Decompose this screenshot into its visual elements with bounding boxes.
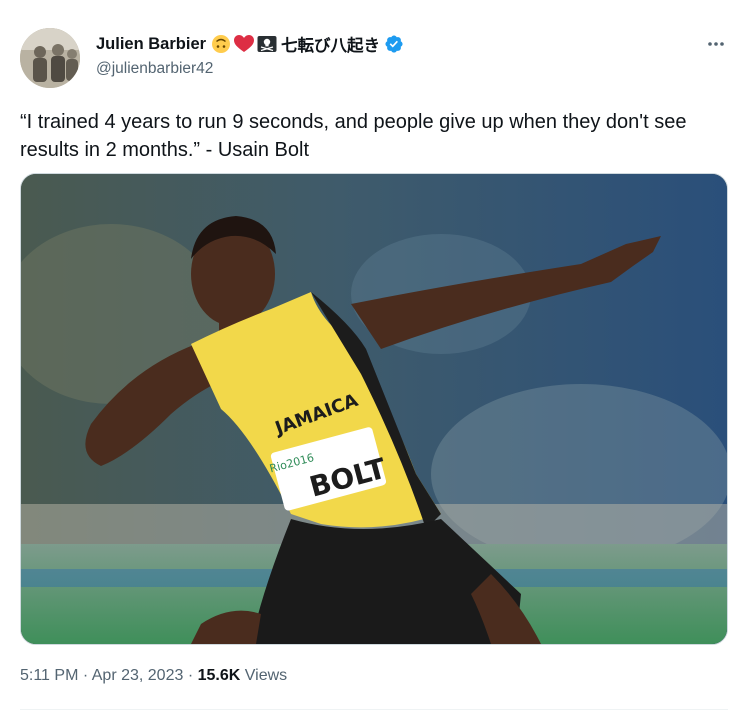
avatar-image: [20, 28, 80, 88]
verified-badge-icon[interactable]: [384, 34, 404, 54]
name-emoji-group: [211, 34, 277, 54]
tweet-photo[interactable]: BOLT JAMAICA Rio2016: [20, 173, 728, 645]
usain-bolt-photo: BOLT JAMAICA Rio2016: [21, 174, 727, 644]
author-display-name[interactable]: Julien Barbier: [96, 35, 206, 54]
upside-down-face-icon: [212, 35, 231, 53]
author-handle[interactable]: @julienbarbier42: [96, 60, 213, 78]
tweet-time[interactable]: 5:11 PM: [20, 667, 78, 684]
divider: [20, 709, 728, 710]
red-heart-icon: [234, 35, 255, 52]
more-options-button[interactable]: [700, 30, 732, 58]
pirate-flag-icon: [257, 36, 277, 52]
tweet-card: Julien Barbier 七転び八起き @julienbarbier42 “…: [0, 0, 748, 712]
meta-separator: ·: [82, 667, 89, 684]
author-name-row[interactable]: Julien Barbier 七転び八起き: [96, 32, 404, 56]
tweet-text: “I trained 4 years to run 9 seconds, and…: [20, 111, 687, 161]
more-dots-icon: [708, 42, 724, 46]
views-label: Views: [244, 667, 288, 684]
author-name-suffix: 七転び八起き: [281, 36, 381, 55]
tweet-meta: 5:11 PM · Apr 23, 2023 · 15.6K Views: [20, 667, 287, 685]
tweet-date[interactable]: Apr 23, 2023: [92, 667, 184, 684]
meta-separator: ·: [187, 667, 194, 684]
views-count[interactable]: 15.6K: [198, 667, 241, 684]
avatar[interactable]: [20, 28, 80, 88]
